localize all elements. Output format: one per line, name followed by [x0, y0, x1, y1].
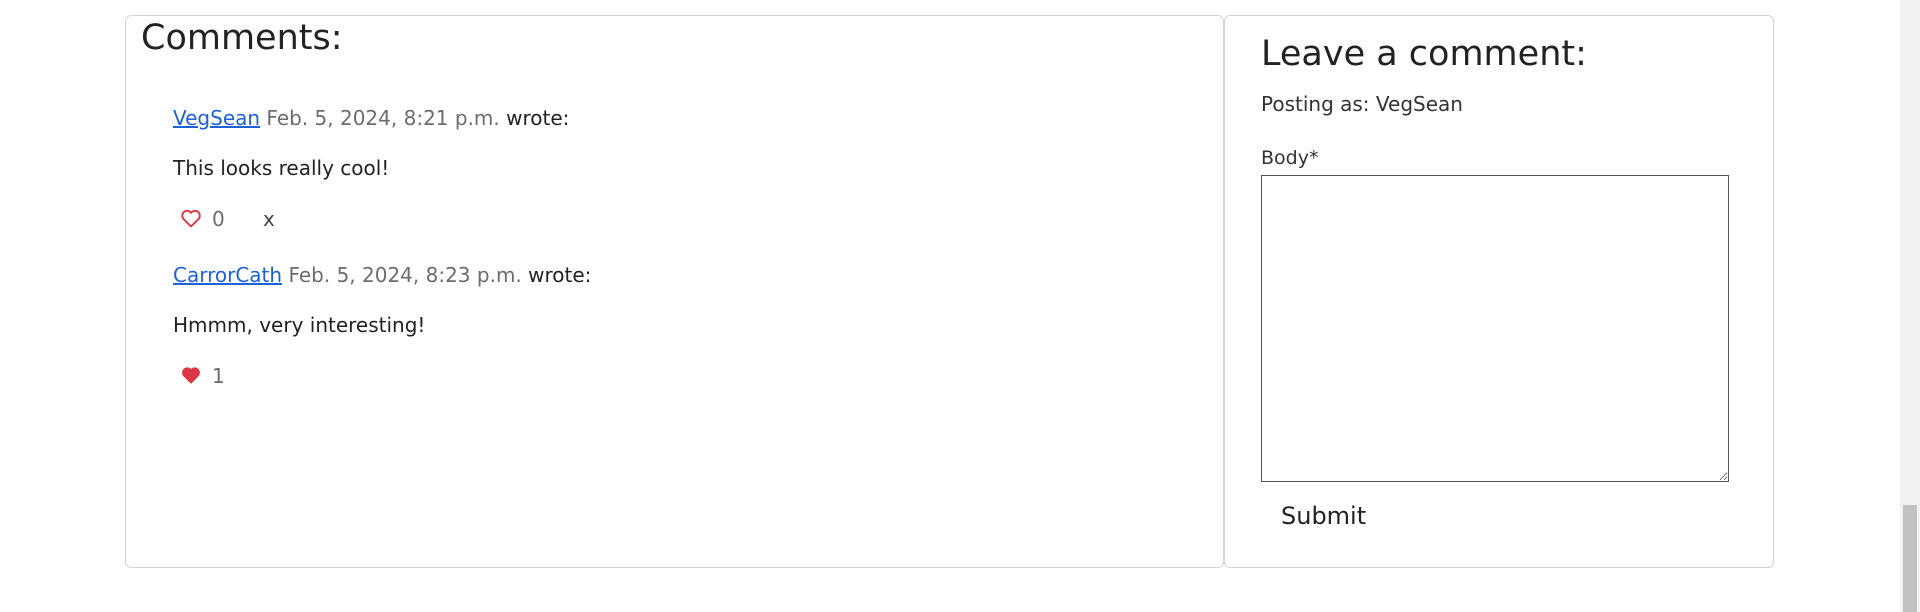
like-count: 0 [212, 207, 225, 231]
comment-body-textarea[interactable] [1261, 175, 1729, 482]
submit-button[interactable]: Submit [1281, 498, 1366, 534]
comment-body: Hmmm, very interesting! [173, 313, 426, 337]
posting-as-text: Posting as: VegSean [1261, 92, 1463, 116]
comment-body: This looks really cool! [173, 156, 390, 180]
heart-filled-icon[interactable] [181, 366, 201, 386]
body-label: Body* [1261, 147, 1319, 169]
delete-comment-button[interactable]: x [263, 206, 275, 232]
page: Comments: VegSean Feb. 5, 2024, 8:21 p.m… [0, 0, 1920, 612]
comment-item: VegSean Feb. 5, 2024, 8:21 p.m. wrote: T… [173, 105, 569, 236]
comments-card: Comments: VegSean Feb. 5, 2024, 8:21 p.m… [125, 15, 1224, 568]
comment-header: VegSean Feb. 5, 2024, 8:21 p.m. wrote: [173, 105, 569, 131]
comment-actions: 0 x [173, 206, 569, 236]
comment-date: Feb. 5, 2024, 8:23 p.m. [288, 263, 522, 287]
scrollbar-thumb[interactable] [1903, 505, 1917, 612]
comment-header: CarrorCath Feb. 5, 2024, 8:23 p.m. wrote… [173, 262, 591, 288]
comment-date: Feb. 5, 2024, 8:21 p.m. [266, 106, 500, 130]
comment-author-link[interactable]: VegSean [173, 106, 260, 130]
comments-title: Comments: [141, 18, 343, 58]
heart-outline-icon[interactable] [181, 209, 201, 229]
form-title: Leave a comment: [1261, 34, 1587, 74]
comment-item: CarrorCath Feb. 5, 2024, 8:23 p.m. wrote… [173, 262, 591, 393]
comment-wrote-label: wrote: [528, 263, 592, 287]
like-count: 1 [212, 364, 225, 388]
comment-wrote-label: wrote: [506, 106, 570, 130]
comment-author-link[interactable]: CarrorCath [173, 263, 282, 287]
comment-actions: 1 [173, 363, 591, 393]
comment-form-card: Leave a comment: Posting as: VegSean Bod… [1224, 15, 1774, 568]
